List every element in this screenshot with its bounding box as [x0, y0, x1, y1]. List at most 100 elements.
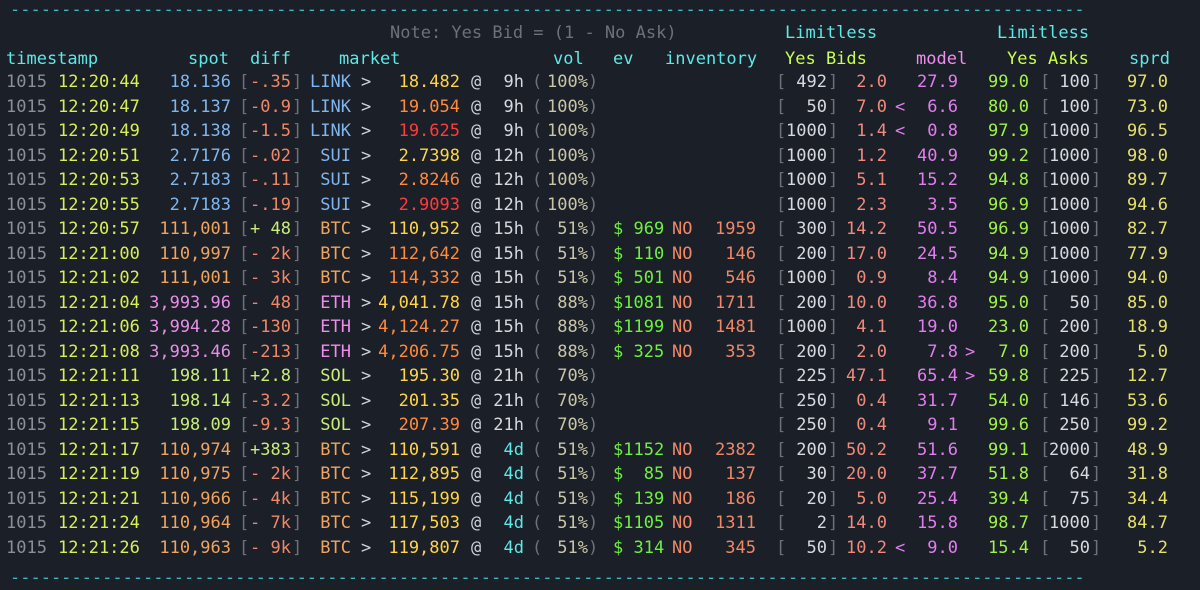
expiry-cell: 15h — [493, 341, 524, 362]
date-cell: 1015 — [6, 488, 47, 509]
sprd-cell: 53.6 — [1127, 390, 1168, 411]
bid-size-cell: 1000 — [786, 121, 827, 141]
spot-cell: 110,963 — [159, 537, 231, 558]
model-cell: 3.5 — [927, 194, 958, 215]
bracket: ) — [588, 390, 599, 411]
diff-cell: -.35 — [250, 72, 291, 92]
expiry-cell: 15h — [493, 317, 524, 337]
ask-cell: 99.2 — [988, 145, 1029, 166]
limitless-asks-header-line2: Yes Asks — [1007, 49, 1089, 69]
at-glyph: @ — [471, 170, 482, 190]
col-inventory-header: inventory — [665, 49, 758, 69]
model-cell: 40.9 — [917, 145, 958, 166]
model-cell: 7.8 — [927, 341, 958, 362]
bracket: ) — [588, 513, 599, 533]
time-cell: 12:21:11 — [58, 366, 140, 386]
ev-cell: $1199 — [613, 317, 665, 337]
model-cell: 36.8 — [917, 292, 958, 313]
diff-cell: -0.9 — [250, 96, 291, 117]
table-row: 1015 12:20:53 2.7183[-.11] SUI >2.8246 @12h(1… — [0, 168, 1200, 192]
ask-cell: 39.4 — [988, 488, 1029, 509]
bracket: ) — [588, 72, 599, 92]
strike-cell: 2.9093 — [398, 194, 460, 215]
ask-size-cell: 64 — [1069, 464, 1090, 484]
bid-size-cell: 200 — [796, 341, 827, 362]
ask-cell: 51.8 — [988, 464, 1029, 484]
expiry-cell: 12h — [493, 145, 524, 166]
bracket: ] — [1091, 268, 1102, 288]
diff-cell: -9.3 — [250, 415, 291, 435]
sprd-cell: 5.2 — [1137, 537, 1168, 558]
ask-size-cell: 1000 — [1049, 268, 1090, 288]
ask-cell: 15.4 — [988, 537, 1029, 558]
at-glyph: @ — [471, 96, 482, 117]
spot-cell: 2.7183 — [169, 170, 231, 190]
table-row: 1015 12:21:00 110,997[- 2k] BTC >112,642 @15h… — [0, 242, 1200, 266]
date-cell: 1015 — [6, 537, 47, 558]
date-cell: 1015 — [6, 145, 47, 166]
diff-cell: - 7k — [250, 513, 291, 533]
date-cell: 1015 — [6, 292, 47, 313]
bracket: ) — [588, 341, 599, 362]
table-row: 1015 12:20:49 18.138[-1.5] LINK >19.625 @9h(1… — [0, 119, 1200, 143]
vol-cell: 100% — [547, 194, 588, 215]
at-glyph: @ — [471, 464, 482, 484]
ev-side-cell: NO — [672, 513, 693, 533]
bid-size-cell: 1000 — [786, 194, 827, 215]
ask-size-cell: 1000 — [1049, 194, 1090, 215]
col-market-header: market — [339, 49, 401, 69]
col-vol-header: vol — [553, 49, 584, 69]
vol-cell: 100% — [547, 96, 588, 117]
asset-cell: SOL — [320, 415, 351, 435]
time-cell: 12:20:55 — [58, 194, 140, 215]
bracket: ) — [588, 488, 599, 509]
ask-cell: 80.0 — [988, 96, 1029, 117]
inventory-cell: 345 — [725, 537, 756, 558]
ask-size-cell: 250 — [1059, 415, 1090, 435]
date-cell: 1015 — [6, 121, 47, 141]
table-row: 1015 12:20:47 18.137[-0.9] LINK >19.054 @9h(1… — [0, 95, 1200, 119]
bid-size-cell: 200 — [796, 292, 827, 313]
spot-cell: 198.14 — [169, 390, 231, 411]
ask-cell: 94.8 — [988, 170, 1029, 190]
diff-cell: -1.5 — [250, 121, 291, 141]
vol-cell: 100% — [547, 72, 588, 92]
asset-cell: BTC — [320, 219, 351, 239]
bracket: ] — [1091, 341, 1102, 362]
at-glyph: @ — [471, 219, 482, 239]
diff-cell: -.02 — [250, 145, 291, 166]
bracket: ] — [1091, 488, 1102, 509]
diff-cell: +2.8 — [250, 366, 291, 386]
bracket: ] — [1091, 219, 1102, 239]
time-cell: 12:21:17 — [58, 439, 140, 460]
bracket: ) — [588, 317, 599, 337]
time-cell: 12:20:49 — [58, 121, 140, 141]
bracket: ] — [1091, 292, 1102, 313]
date-cell: 1015 — [6, 219, 47, 239]
marker-left: < — [895, 537, 906, 558]
bid-size-cell: 200 — [796, 243, 827, 264]
ask-cell: 96.9 — [988, 219, 1029, 239]
table-row: 1015 12:21:24 110,964[- 7k] BTC >117,503 @4d(… — [0, 511, 1200, 535]
strike-cell: 115,199 — [388, 488, 460, 509]
bracket: ) — [588, 464, 599, 484]
table-row: 1015 12:21:26 110,963[- 9k] BTC >119,807 @4d(… — [0, 536, 1200, 560]
ask-size-cell: 100 — [1059, 72, 1090, 92]
table-row: 1015 12:21:19 110,975[- 2k] BTC >112,895 @4d(… — [0, 462, 1200, 486]
sprd-cell: 34.4 — [1127, 488, 1168, 509]
expiry-cell: 21h — [493, 415, 524, 435]
bracket: ) — [588, 96, 599, 117]
ask-cell: 99.0 — [988, 72, 1029, 92]
ask-size-cell: 1000 — [1049, 513, 1090, 533]
spot-cell: 110,975 — [159, 464, 231, 484]
limitless-bids-header-line1: Limitless — [785, 23, 878, 43]
vol-cell: 51% — [547, 513, 588, 533]
model-cell: 9.1 — [927, 415, 958, 435]
diff-cell: -3.2 — [250, 390, 291, 411]
sprd-cell: 89.7 — [1127, 170, 1168, 190]
time-cell: 12:21:19 — [58, 464, 140, 484]
asset-cell: ETH — [320, 317, 351, 337]
at-glyph: @ — [471, 488, 482, 509]
bid-cell: 4.1 — [856, 317, 887, 337]
ask-size-cell: 50 — [1069, 537, 1090, 558]
